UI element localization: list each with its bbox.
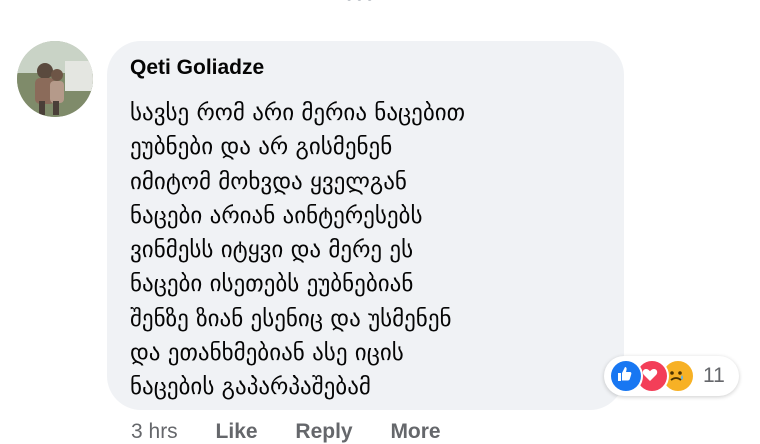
avatar-photo: [17, 41, 93, 117]
comment-actions: 3 hrs Like Reply More: [131, 420, 473, 444]
comment-text-line: ნაცები ისეთებს ეუბნებიან: [130, 271, 414, 298]
more-button[interactable]: More: [390, 420, 440, 443]
previous-comment-ellipsis: •••: [345, 0, 376, 8]
reply-button[interactable]: Reply: [295, 420, 352, 443]
comment-text-line: ნაცები არიან აინტერესებს: [130, 202, 423, 229]
comment-text-line: იმიტომ მოხვდა ყველგან: [130, 168, 407, 195]
reaction-count: 11: [703, 364, 725, 387]
comment-author[interactable]: Qeti Goliadze: [130, 56, 602, 80]
comment-timestamp[interactable]: 3 hrs: [131, 420, 178, 443]
comment-text-line: სავსე რომ არი მერია ნაცებით: [130, 100, 466, 126]
comment-text-line: ნაცების გაპარპაშებამ: [130, 374, 371, 401]
reactions-summary[interactable]: 11: [604, 356, 739, 396]
comment-bubble: Qeti Goliadze სავსე რომ არი მერია ნაცები…: [107, 41, 624, 410]
like-icon: [609, 359, 643, 393]
avatar[interactable]: [17, 41, 93, 117]
like-button[interactable]: Like: [216, 420, 258, 443]
comment-text-line: და ეთანხმებიან ასე იცის: [130, 340, 404, 367]
comment-text-line: ვინმესს იტყვი და მერე ეს: [130, 237, 414, 264]
comment-text-line: შენზე ზიან ესენიც და უსმენენ: [130, 305, 452, 332]
comment-text-line: ეუბნები და არ გისმენენ: [130, 134, 393, 161]
